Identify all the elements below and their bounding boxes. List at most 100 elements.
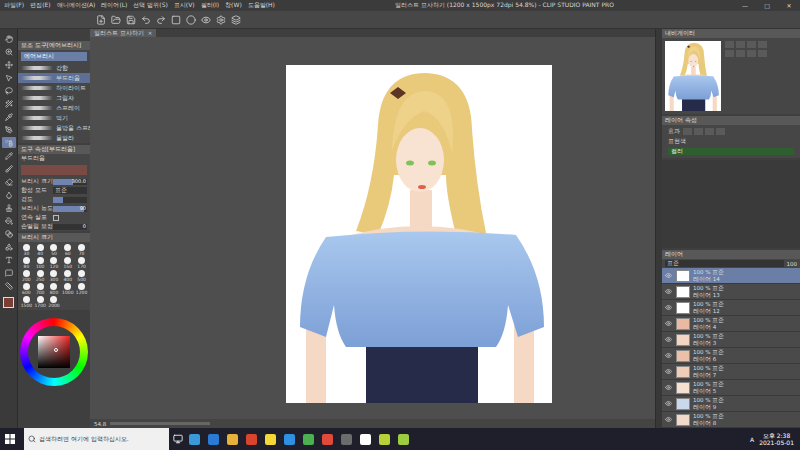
task-view-icon[interactable]	[173, 434, 183, 444]
sub-tool-item[interactable]: 하이라이트	[18, 83, 90, 93]
menu-item[interactable]: 편집(E)	[30, 1, 50, 10]
tool-button[interactable]	[2, 280, 16, 291]
tool-button[interactable]	[2, 46, 16, 57]
navigator-button[interactable]	[736, 50, 745, 57]
brush-size-option[interactable]: 80	[20, 257, 33, 269]
brush-size-option[interactable]: 150	[61, 257, 74, 269]
brush-size-option[interactable]: 100	[34, 257, 47, 269]
menu-item[interactable]: 필터(I)	[201, 1, 219, 10]
taskbar-app-icon[interactable]	[208, 434, 219, 445]
start-button[interactable]	[0, 434, 20, 444]
tool-button[interactable]	[2, 241, 16, 252]
layer-row[interactable]: 100 % 표준레이어 7	[662, 364, 800, 380]
visibility-eye-icon[interactable]	[665, 416, 673, 423]
visibility-eye-icon[interactable]	[665, 368, 673, 375]
clock[interactable]: 오후 2:382021-05-01	[759, 432, 794, 446]
command-icon[interactable]	[141, 15, 151, 25]
taskbar-app-icon[interactable]	[360, 434, 371, 445]
tool-property-row[interactable]: 연속 살포	[18, 213, 90, 222]
command-icon[interactable]	[156, 15, 166, 25]
tool-property-row[interactable]: 합성 모드표준	[18, 186, 90, 195]
brush-size-option[interactable]: 200	[20, 270, 33, 282]
brush-size-option[interactable]: 600	[20, 283, 33, 295]
brush-size-option[interactable]: 170	[75, 257, 88, 269]
sub-tool-item[interactable]: 먹기	[18, 113, 90, 123]
taskbar-app-icon[interactable]	[322, 434, 333, 445]
sub-tool-tab[interactable]: 에어브러시	[21, 52, 87, 61]
command-icon[interactable]	[231, 15, 241, 25]
brush-size-option[interactable]: 30	[20, 244, 33, 256]
taskbar-app-icon[interactable]	[303, 434, 314, 445]
taskbar-app-icon[interactable]	[341, 434, 352, 445]
brush-size-option[interactable]: 50	[48, 244, 61, 256]
effect-button[interactable]	[716, 128, 725, 135]
brush-size-option[interactable]: 120	[48, 257, 61, 269]
command-icon[interactable]	[216, 15, 226, 25]
horizontal-scrollbar[interactable]	[110, 422, 210, 425]
command-icon[interactable]	[171, 15, 181, 25]
expression-color-select[interactable]: 컬러	[668, 148, 794, 155]
brush-size-option[interactable]: 60	[61, 244, 74, 256]
color-wheel[interactable]	[20, 318, 88, 386]
tool-button[interactable]	[2, 98, 16, 109]
tool-button[interactable]	[2, 267, 16, 278]
command-icon[interactable]	[201, 15, 211, 25]
blend-mode-select[interactable]: 표준	[665, 260, 784, 267]
command-icon[interactable]	[126, 15, 136, 25]
visibility-eye-icon[interactable]	[665, 272, 673, 279]
tool-button[interactable]	[2, 215, 16, 226]
tool-property-row[interactable]: 브러시 농도90	[18, 204, 90, 213]
tool-button[interactable]	[2, 163, 16, 174]
brush-size-option[interactable]: 250	[34, 270, 47, 282]
menu-item[interactable]: 선택 범위(S)	[133, 1, 167, 10]
taskbar-app-icon[interactable]	[189, 434, 200, 445]
property-slider[interactable]: 300.0	[53, 179, 87, 185]
tool-button[interactable]	[2, 150, 16, 161]
tool-button[interactable]	[2, 202, 16, 213]
tool-button[interactable]	[2, 189, 16, 200]
tool-button[interactable]	[2, 111, 16, 122]
tool-button[interactable]	[2, 137, 16, 148]
effect-button[interactable]	[705, 128, 714, 135]
tool-button[interactable]	[2, 228, 16, 239]
visibility-eye-icon[interactable]	[665, 288, 673, 295]
layer-row[interactable]: 100 % 표준레이어 9	[662, 396, 800, 412]
menu-item[interactable]: 레이어(L)	[101, 1, 127, 10]
tool-property-row[interactable]: 브러시 크기300.0	[18, 177, 90, 186]
brush-size-option[interactable]: 40	[34, 244, 47, 256]
canvas-paper[interactable]	[286, 65, 552, 403]
window-control[interactable]: —	[734, 2, 756, 9]
property-checkbox[interactable]	[53, 215, 59, 221]
navigator-thumbnail[interactable]	[665, 41, 721, 111]
visibility-eye-icon[interactable]	[665, 352, 673, 359]
zoom-value[interactable]: 54.8	[94, 421, 106, 427]
brush-size-option[interactable]: 700	[34, 283, 47, 295]
taskbar-app-icon[interactable]	[227, 434, 238, 445]
visibility-eye-icon[interactable]	[665, 320, 673, 327]
brush-size-option[interactable]: 1500	[20, 296, 33, 308]
brush-size-option[interactable]: 1000	[61, 283, 74, 295]
ime-indicator[interactable]: A	[750, 436, 754, 443]
navigator-button[interactable]	[747, 41, 756, 48]
brush-size-option[interactable]: 1200	[75, 283, 88, 295]
navigator-button[interactable]	[758, 50, 767, 57]
sub-tool-item[interactable]: 물알라	[18, 133, 90, 143]
brush-size-option[interactable]: 500	[75, 270, 88, 282]
command-icon[interactable]	[186, 15, 196, 25]
taskbar-app-icon[interactable]	[265, 434, 276, 445]
tool-button[interactable]	[2, 72, 16, 83]
brush-size-option[interactable]: 2000	[48, 296, 61, 308]
visibility-eye-icon[interactable]	[665, 400, 673, 407]
document-tab[interactable]: 일러스트 묘사하기×	[90, 29, 156, 37]
navigator-button[interactable]	[736, 41, 745, 48]
brush-size-option[interactable]: 300	[48, 270, 61, 282]
sub-tool-item[interactable]: 강함	[18, 63, 90, 73]
navigator-button[interactable]	[747, 50, 756, 57]
window-control[interactable]: ✕	[778, 2, 800, 9]
layer-opacity[interactable]: 100	[787, 261, 798, 267]
saturation-brightness-square[interactable]	[38, 336, 70, 368]
brush-size-option[interactable]: 1700	[34, 296, 47, 308]
property-slider[interactable]	[53, 197, 87, 203]
navigator-button[interactable]	[725, 41, 734, 48]
sub-tool-item[interactable]: 물방울 스프레이	[18, 123, 90, 133]
